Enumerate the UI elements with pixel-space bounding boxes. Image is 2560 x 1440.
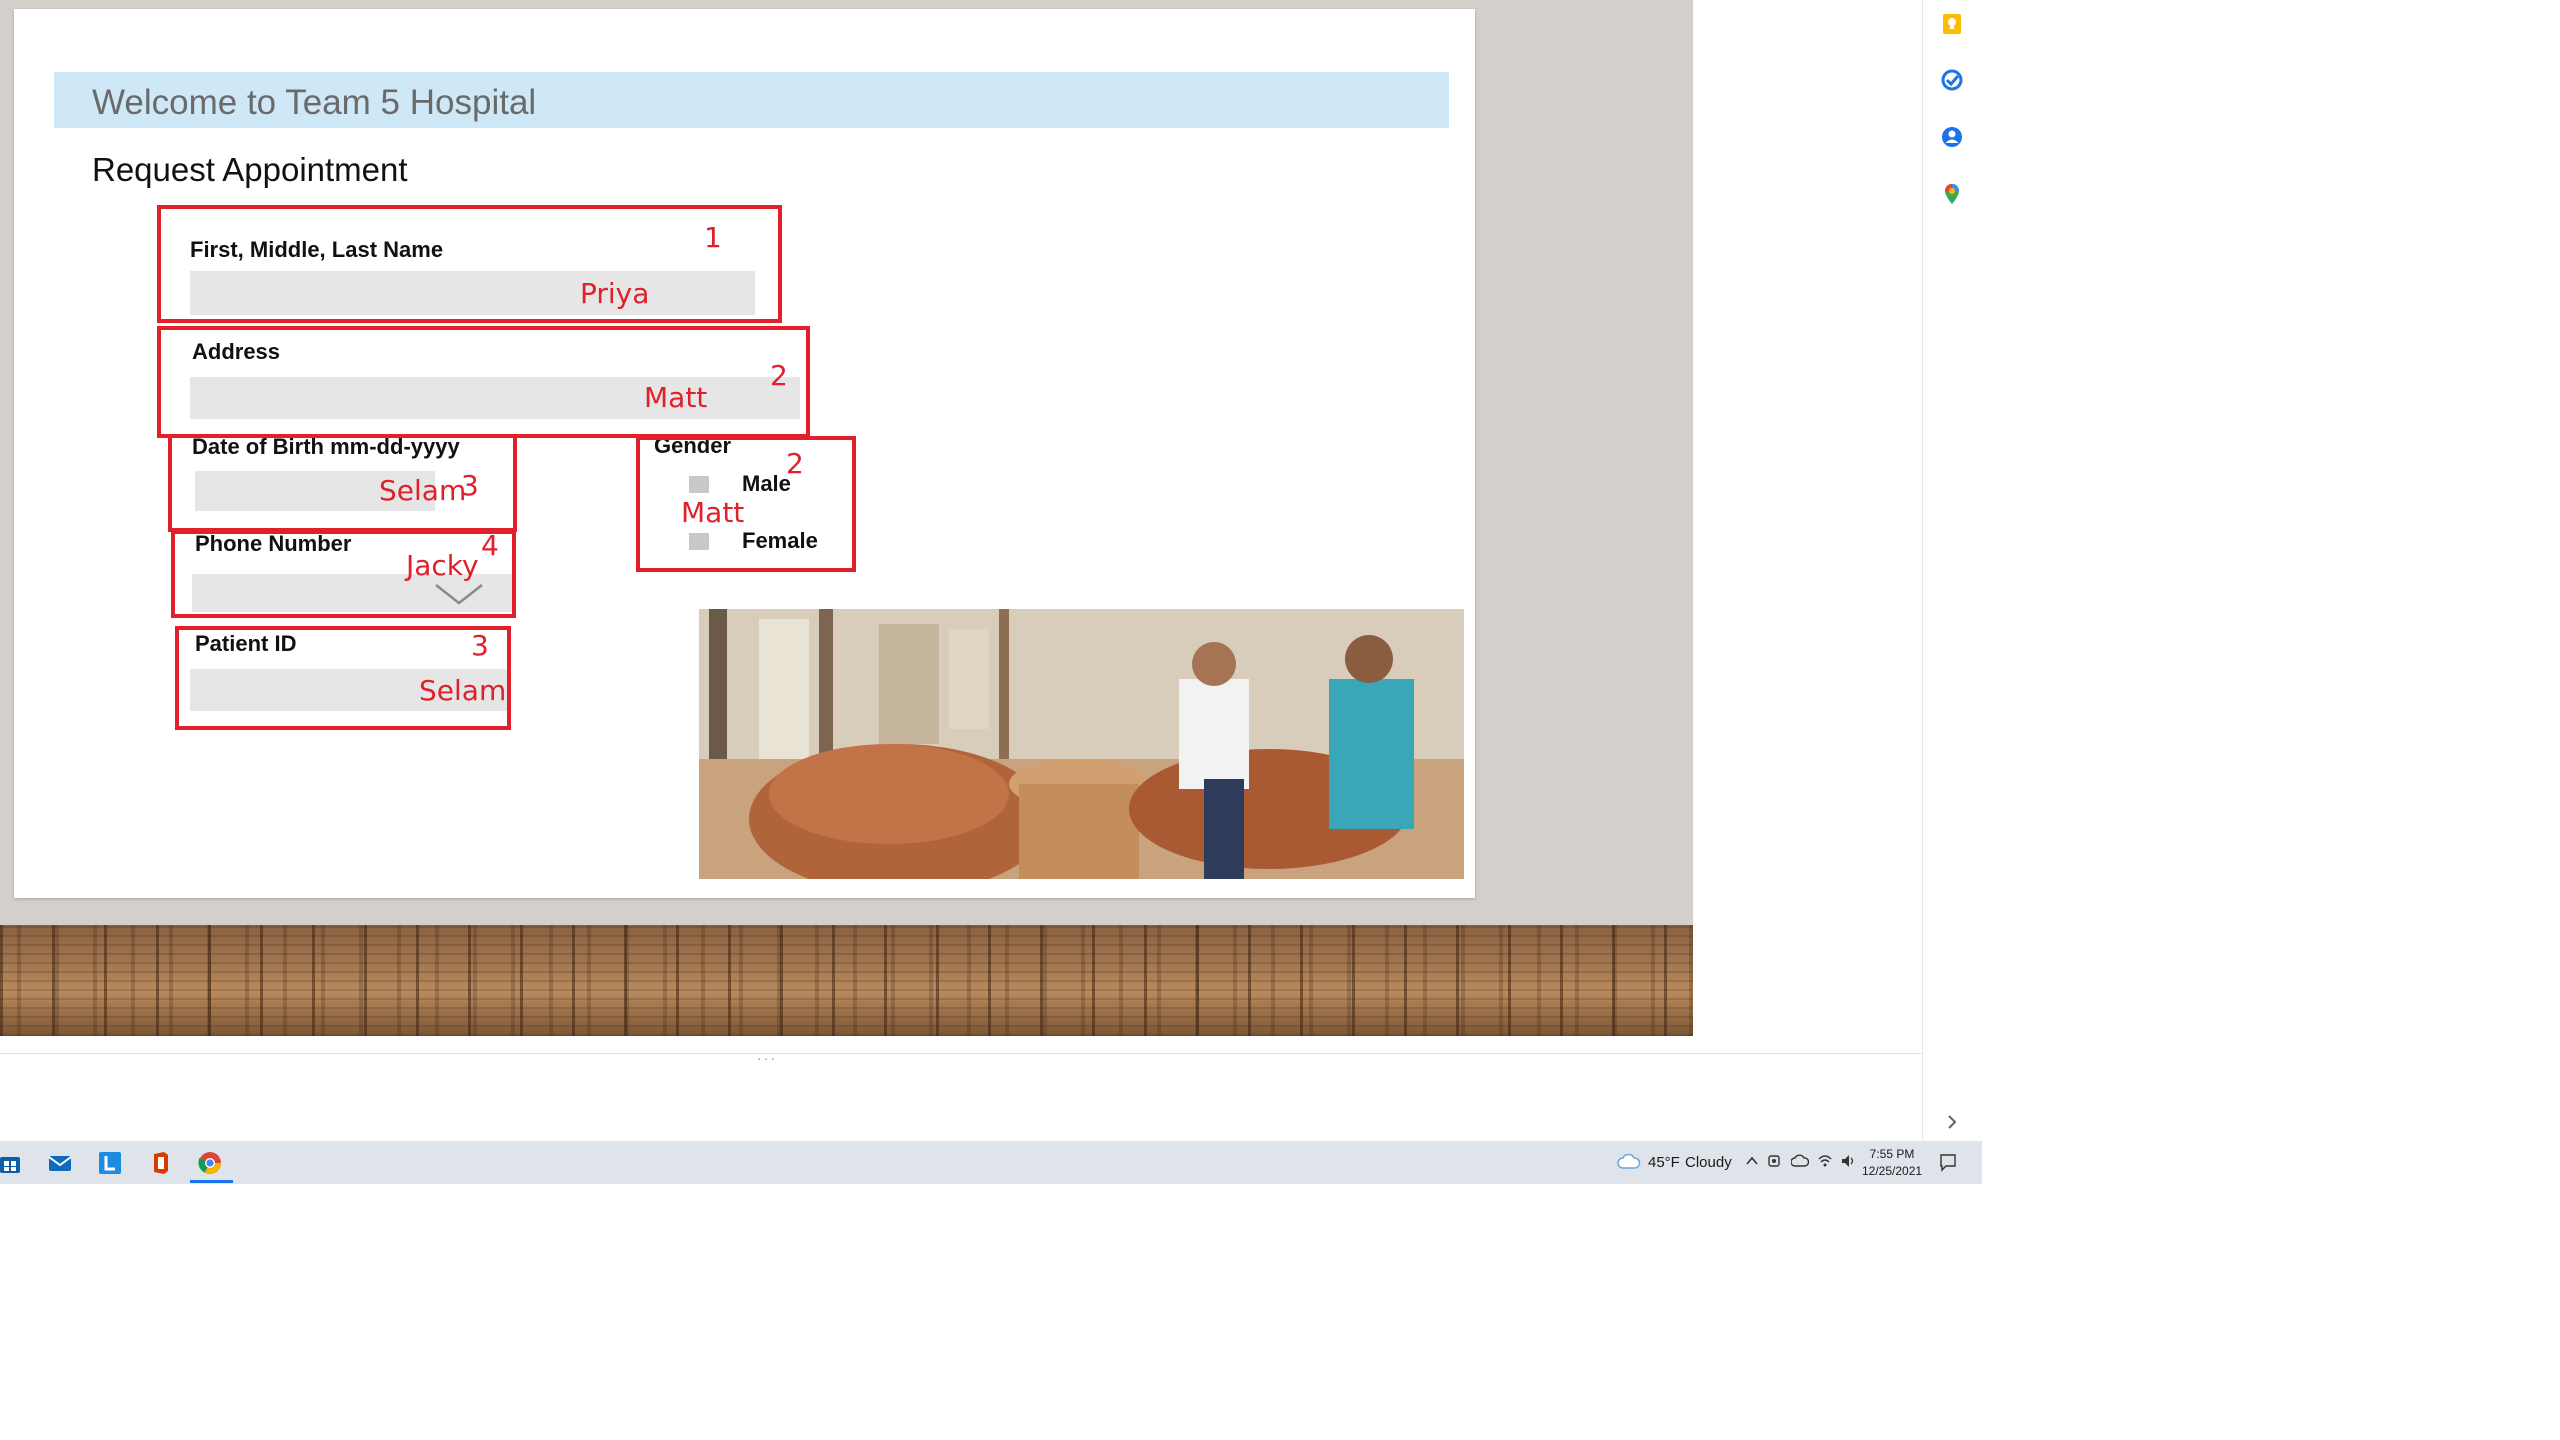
clock-time: 7:55 PM xyxy=(1869,1147,1915,1161)
annotation-dob-number: 3 xyxy=(461,469,479,502)
weather-temp[interactable]: 45°F xyxy=(1648,1154,1680,1171)
banner-title: Welcome to Team 5 Hospital xyxy=(92,83,537,122)
onedrive-icon[interactable] xyxy=(1791,1153,1809,1169)
annotation-phone-number: 4 xyxy=(481,529,499,562)
welcome-banner: Welcome to Team 5 Hospital xyxy=(54,72,1449,128)
panel-resize-grip[interactable]: ··· xyxy=(757,1050,777,1066)
annotation-name-value: Priya xyxy=(580,277,650,310)
chevron-right-icon[interactable] xyxy=(1940,1110,1964,1134)
notifications-icon[interactable] xyxy=(1938,1152,1958,1172)
maps-icon[interactable] xyxy=(1940,182,1964,206)
side-panel xyxy=(1922,0,1982,1140)
clock[interactable]: 7:55 PM 12/25/2021 xyxy=(1862,1146,1922,1180)
windows-store-icon[interactable] xyxy=(0,1149,24,1177)
annotation-box-name xyxy=(157,205,782,323)
screen: Welcome to Team 5 Hospital Request Appoi… xyxy=(0,0,2560,1440)
taskbar: 45°F Cloudy 7:55 PM 12/25/2021 xyxy=(0,1141,1982,1184)
tasks-icon[interactable] xyxy=(1940,68,1964,92)
notes-panel[interactable] xyxy=(0,1053,1922,1140)
office-icon[interactable] xyxy=(146,1149,174,1177)
annotation-gender-value: Matt xyxy=(681,496,745,529)
annotation-dob-value: Selam xyxy=(379,474,467,507)
keep-icon[interactable] xyxy=(1940,12,1964,36)
weather-condition[interactable]: Cloudy xyxy=(1685,1154,1732,1171)
annotation-name-number: 1 xyxy=(704,221,722,254)
active-app-indicator xyxy=(190,1180,233,1183)
wood-floor-background xyxy=(0,925,1693,1036)
contacts-icon[interactable] xyxy=(1940,125,1964,149)
page-subtitle: Request Appointment xyxy=(92,151,408,188)
hospital-lounge-photo xyxy=(699,609,1464,879)
clock-date: 12/25/2021 xyxy=(1862,1164,1923,1178)
annotation-box-gender xyxy=(636,436,856,572)
meet-now-icon[interactable] xyxy=(1767,1153,1783,1169)
slide-editor-canvas[interactable]: Welcome to Team 5 Hospital Request Appoi… xyxy=(0,0,1693,1036)
annotation-patient-id-number: 3 xyxy=(471,629,489,662)
annotation-phone-value: Jacky xyxy=(406,549,479,582)
annotation-address-value: Matt xyxy=(644,381,708,414)
annotation-box-address xyxy=(157,326,810,438)
chevron-up-icon[interactable] xyxy=(1745,1154,1759,1168)
wifi-icon[interactable] xyxy=(1817,1153,1833,1169)
mail-icon[interactable] xyxy=(46,1149,74,1177)
photo-illustration xyxy=(699,609,1464,879)
chrome-icon[interactable] xyxy=(196,1149,224,1177)
volume-icon[interactable] xyxy=(1840,1153,1856,1169)
annotation-gender-number: 2 xyxy=(786,447,804,480)
annotation-patient-id-value: Selam xyxy=(419,674,507,707)
slide[interactable]: Welcome to Team 5 Hospital Request Appoi… xyxy=(14,9,1475,898)
annotation-address-number: 2 xyxy=(770,359,788,392)
cloud-icon xyxy=(1617,1154,1641,1169)
lync-icon[interactable] xyxy=(96,1149,124,1177)
